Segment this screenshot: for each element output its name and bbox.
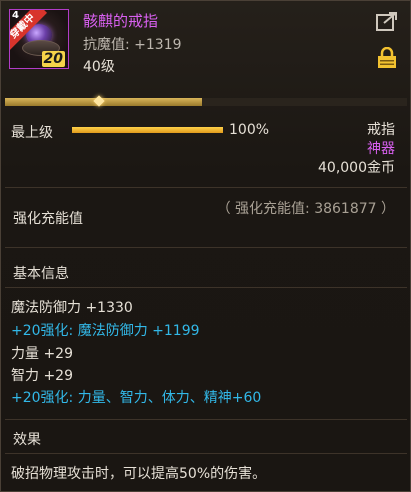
divider xyxy=(5,287,407,288)
stat-line: +20强化: 力量、智力、体力、精神+60 xyxy=(11,390,262,406)
max-level-percent: 100% xyxy=(229,122,270,138)
item-rarity: 神器 xyxy=(367,141,395,157)
max-level-label: 最上级 xyxy=(11,125,53,141)
lock-icon[interactable] xyxy=(377,47,397,69)
divider xyxy=(5,247,407,248)
enhance-value: （ 强化充能值: 3861877 ） xyxy=(216,201,395,217)
enhance-level-badge: 20 xyxy=(41,51,65,67)
item-level: 40级 xyxy=(83,59,115,75)
basic-info-title: 基本信息 xyxy=(13,266,69,282)
magic-resistance: 抗魔值: +1319 xyxy=(83,37,182,53)
max-level-progress-fill xyxy=(72,127,223,133)
ring-item-icon[interactable]: 穿戴中 4 20 xyxy=(9,9,69,69)
divider xyxy=(5,453,407,454)
stat-line: 智力 +29 xyxy=(11,368,73,384)
share-icon[interactable] xyxy=(376,11,398,31)
stat-line: +20强化: 魔法防御力 +1199 xyxy=(11,323,200,339)
enhance-title: 强化充能值 xyxy=(13,211,83,227)
max-level-progress xyxy=(72,127,223,133)
effect-title: 效果 xyxy=(13,432,41,448)
item-tooltip: 穿戴中 4 20 骸麒的戒指 抗魔值: +1319 40级 最上级 100% 戒… xyxy=(0,0,411,492)
stat-line: 力量 +29 xyxy=(11,346,73,362)
item-type: 戒指 xyxy=(367,122,395,138)
divider xyxy=(5,419,407,420)
item-name: 骸麒的戒指 xyxy=(83,12,159,30)
stat-line: 魔法防御力 +1330 xyxy=(11,300,133,316)
icon-count: 4 xyxy=(12,10,19,21)
effect-text: 破招物理攻击时，可以提高50%的伤害。 xyxy=(11,466,267,482)
item-price: 40,000金币 xyxy=(318,160,395,176)
divider xyxy=(5,187,407,188)
durability-bar xyxy=(5,95,407,107)
